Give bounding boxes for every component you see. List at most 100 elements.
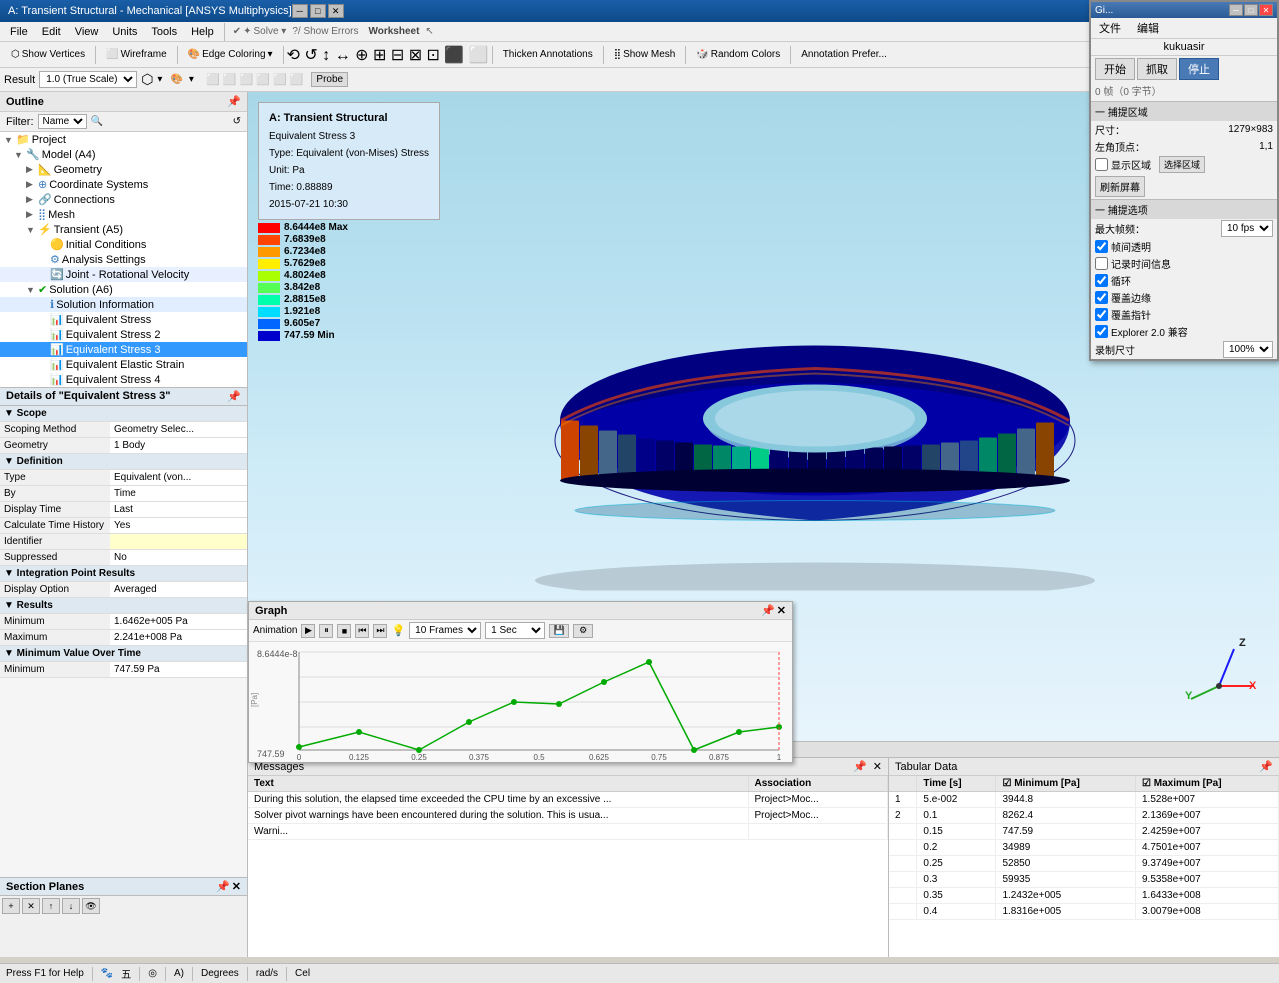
refresh-screen-btn[interactable]: 刷新屏幕 — [1095, 176, 1145, 197]
tree-item-joint[interactable]: 🔄 Joint - Rotational Velocity — [0, 267, 247, 282]
loop-label[interactable]: 循环 — [1095, 273, 1131, 288]
tree-item-eq-stress1[interactable]: 📊 Equivalent Stress — [0, 312, 247, 327]
menu-edit[interactable]: Edit — [36, 24, 67, 40]
show-area-checkbox[interactable] — [1095, 158, 1108, 171]
gi-maximize-btn[interactable]: □ — [1244, 4, 1258, 16]
cover-edge-label[interactable]: 覆盖边缘 — [1095, 290, 1151, 305]
anim-stop-btn[interactable]: ■ — [337, 624, 351, 638]
msg-row-1[interactable]: Solver pivot warnings have been encounte… — [248, 808, 888, 824]
outline-refresh-icon[interactable]: ↺ — [233, 116, 241, 127]
gi-start-btn[interactable]: 开始 — [1095, 58, 1135, 80]
tree-item-solution[interactable]: ▼ ✔ Solution (A6) — [0, 282, 247, 297]
graph-close-icon[interactable]: ✕ — [777, 604, 786, 617]
anim-prev-btn[interactable]: ⏮ — [355, 624, 369, 638]
section-down-btn[interactable]: ↓ — [62, 898, 80, 914]
tree-item-connections[interactable]: ▶ 🔗 Connections — [0, 192, 247, 207]
annotation-prefs-button[interactable]: Annotation Prefer... — [794, 46, 894, 63]
section-add-btn[interactable]: + — [2, 898, 20, 914]
gi-menu-file[interactable]: 文件 — [1091, 18, 1129, 38]
tree-item-eq-stress4[interactable]: 📊 Equivalent Stress 4 — [0, 372, 247, 387]
tree-container[interactable]: ▼ 📁 Project ▼ 🔧 Model (A4) ▶ 📐 Geometry — [0, 132, 247, 387]
gi-stop-btn[interactable]: 停止 — [1179, 58, 1219, 80]
messages-pin-icon[interactable]: 📌 — [853, 760, 867, 773]
show-vertices-button[interactable]: ⬡ Show Vertices — [4, 46, 92, 63]
worksheet-label[interactable]: Worksheet — [368, 26, 419, 37]
transparent-checkbox[interactable] — [1095, 240, 1108, 253]
anim-settings-btn[interactable]: ⚙ — [573, 624, 593, 638]
transparent-label[interactable]: 帧间透明 — [1095, 239, 1151, 254]
gi-record-size-select[interactable]: 100% — [1223, 341, 1273, 358]
loop-checkbox[interactable] — [1095, 274, 1108, 287]
cover-edge-checkbox[interactable] — [1095, 291, 1108, 304]
tabular-row-3[interactable]: 0.2 34989 4.7501e+007 — [889, 840, 1279, 856]
show-area-label[interactable]: 显示区域 — [1095, 157, 1151, 172]
filter-select[interactable]: Name — [38, 114, 87, 129]
anim-pause-btn[interactable]: ⏸ — [319, 624, 333, 638]
maximize-button[interactable]: □ — [310, 4, 326, 18]
msg-row-0[interactable]: During this solution, the elapsed time e… — [248, 792, 888, 808]
tree-item-initial[interactable]: 🟡 Initial Conditions — [0, 237, 247, 252]
gi-minimize-btn[interactable]: ─ — [1229, 4, 1243, 16]
tabular-row-1[interactable]: 2 0.1 8262.4 2.1369e+007 — [889, 808, 1279, 824]
edge-coloring-button[interactable]: 🎨 Edge Coloring ▾ — [181, 46, 280, 63]
tree-item-analysis[interactable]: ⚙ Analysis Settings — [0, 252, 247, 267]
tree-item-mesh[interactable]: ▶ ⣿ Mesh — [0, 207, 247, 222]
graph-pin-icon[interactable]: 📌 — [761, 604, 775, 617]
cover-pointer-checkbox[interactable] — [1095, 308, 1108, 321]
menu-tools[interactable]: Tools — [145, 24, 183, 40]
gi-close-btn[interactable]: ✕ — [1259, 4, 1273, 16]
minimize-button[interactable]: ─ — [292, 4, 308, 18]
tree-item-project[interactable]: ▼ 📁 Project — [0, 132, 247, 147]
toolbar-icons-group[interactable]: ⟲ ↺ ↕ ↔ ⊕ ⊞ ⊟ ⊠ ⊡ ⬛ ⬜ — [287, 45, 489, 65]
gi-capture-btn[interactable]: 抓取 — [1137, 58, 1177, 80]
tabular-pin-icon[interactable]: 📌 — [1259, 760, 1273, 773]
section-close-icon[interactable]: ✕ — [232, 880, 241, 893]
section-remove-btn[interactable]: ✕ — [22, 898, 40, 914]
tree-item-eq-stress2[interactable]: 📊 Equivalent Stress 2 — [0, 327, 247, 342]
outline-pin-icon[interactable]: 📌 — [227, 95, 241, 108]
anim-next-btn[interactable]: ⏭ — [373, 624, 387, 638]
result-select[interactable]: 1.0 (True Scale) — [39, 71, 137, 88]
tree-item-geometry[interactable]: ▶ 📐 Geometry — [0, 162, 247, 177]
tree-item-sol-info[interactable]: ℹ Solution Information — [0, 297, 247, 312]
result-dropdown[interactable]: ▾ — [157, 74, 162, 85]
menu-view[interactable]: View — [69, 24, 105, 40]
tabular-row-2[interactable]: 0.15 747.59 2.4259e+007 — [889, 824, 1279, 840]
filter-icon[interactable]: 🔍 — [91, 116, 103, 127]
tree-item-eq-stress3[interactable]: 📊 Equivalent Stress 3 — [0, 342, 247, 357]
record-time-label[interactable]: 记录时间信息 — [1095, 256, 1171, 271]
random-colors-button[interactable]: 🎲 Random Colors — [689, 46, 787, 63]
details-pin-icon[interactable]: 📌 — [227, 390, 241, 403]
sec-select[interactable]: 1 Sec — [485, 622, 545, 639]
section-up-btn[interactable]: ↑ — [42, 898, 60, 914]
show-mesh-button[interactable]: ⣿ Show Mesh — [607, 46, 683, 63]
close-button[interactable]: ✕ — [328, 4, 344, 18]
result-icon[interactable]: ⬡ — [141, 71, 153, 88]
messages-close-icon[interactable]: ✕ — [873, 760, 882, 773]
probe-button[interactable]: Probe — [311, 72, 348, 87]
explorer-label[interactable]: Explorer 2.0 兼容 — [1095, 324, 1188, 339]
tabular-row-0[interactable]: 1 5.e-002 3944.8 1.528e+007 — [889, 792, 1279, 808]
explorer-checkbox[interactable] — [1095, 325, 1108, 338]
tabular-scroll[interactable]: Time [s] ☑ Minimum [Pa] ☑ Maximum [Pa] 1… — [889, 776, 1279, 957]
cover-pointer-label[interactable]: 覆盖指针 — [1095, 307, 1151, 322]
tabular-row-5[interactable]: 0.3 59935 9.5358e+007 — [889, 872, 1279, 888]
section-pin-icon[interactable]: 📌 — [216, 880, 230, 893]
record-time-checkbox[interactable] — [1095, 257, 1108, 270]
tabular-row-4[interactable]: 0.25 52850 9.3749e+007 — [889, 856, 1279, 872]
gi-menu-edit[interactable]: 编辑 — [1129, 18, 1167, 38]
tabular-row-6[interactable]: 0.35 1.2432e+005 1.6433e+008 — [889, 888, 1279, 904]
tree-item-transient[interactable]: ▼ ⚡ Transient (A5) — [0, 222, 247, 237]
select-area-btn[interactable]: 选择区域 — [1159, 156, 1205, 173]
anim-export-btn[interactable]: 💾 — [549, 624, 569, 638]
tree-item-coord[interactable]: ▶ ⊕ Coordinate Systems — [0, 177, 247, 192]
menu-units[interactable]: Units — [106, 24, 143, 40]
section-eye-btn[interactable]: 👁 — [82, 898, 100, 914]
msg-row-2[interactable]: Warni... — [248, 824, 888, 840]
tree-item-model[interactable]: ▼ 🔧 Model (A4) — [0, 147, 247, 162]
anim-play-btn[interactable]: ▶ — [301, 624, 315, 638]
gi-fps-select[interactable]: 10 fps — [1221, 220, 1273, 237]
menu-help[interactable]: Help — [185, 24, 220, 40]
result-expand[interactable]: ▾ — [189, 74, 194, 85]
tree-item-eq-elastic[interactable]: 📊 Equivalent Elastic Strain — [0, 357, 247, 372]
